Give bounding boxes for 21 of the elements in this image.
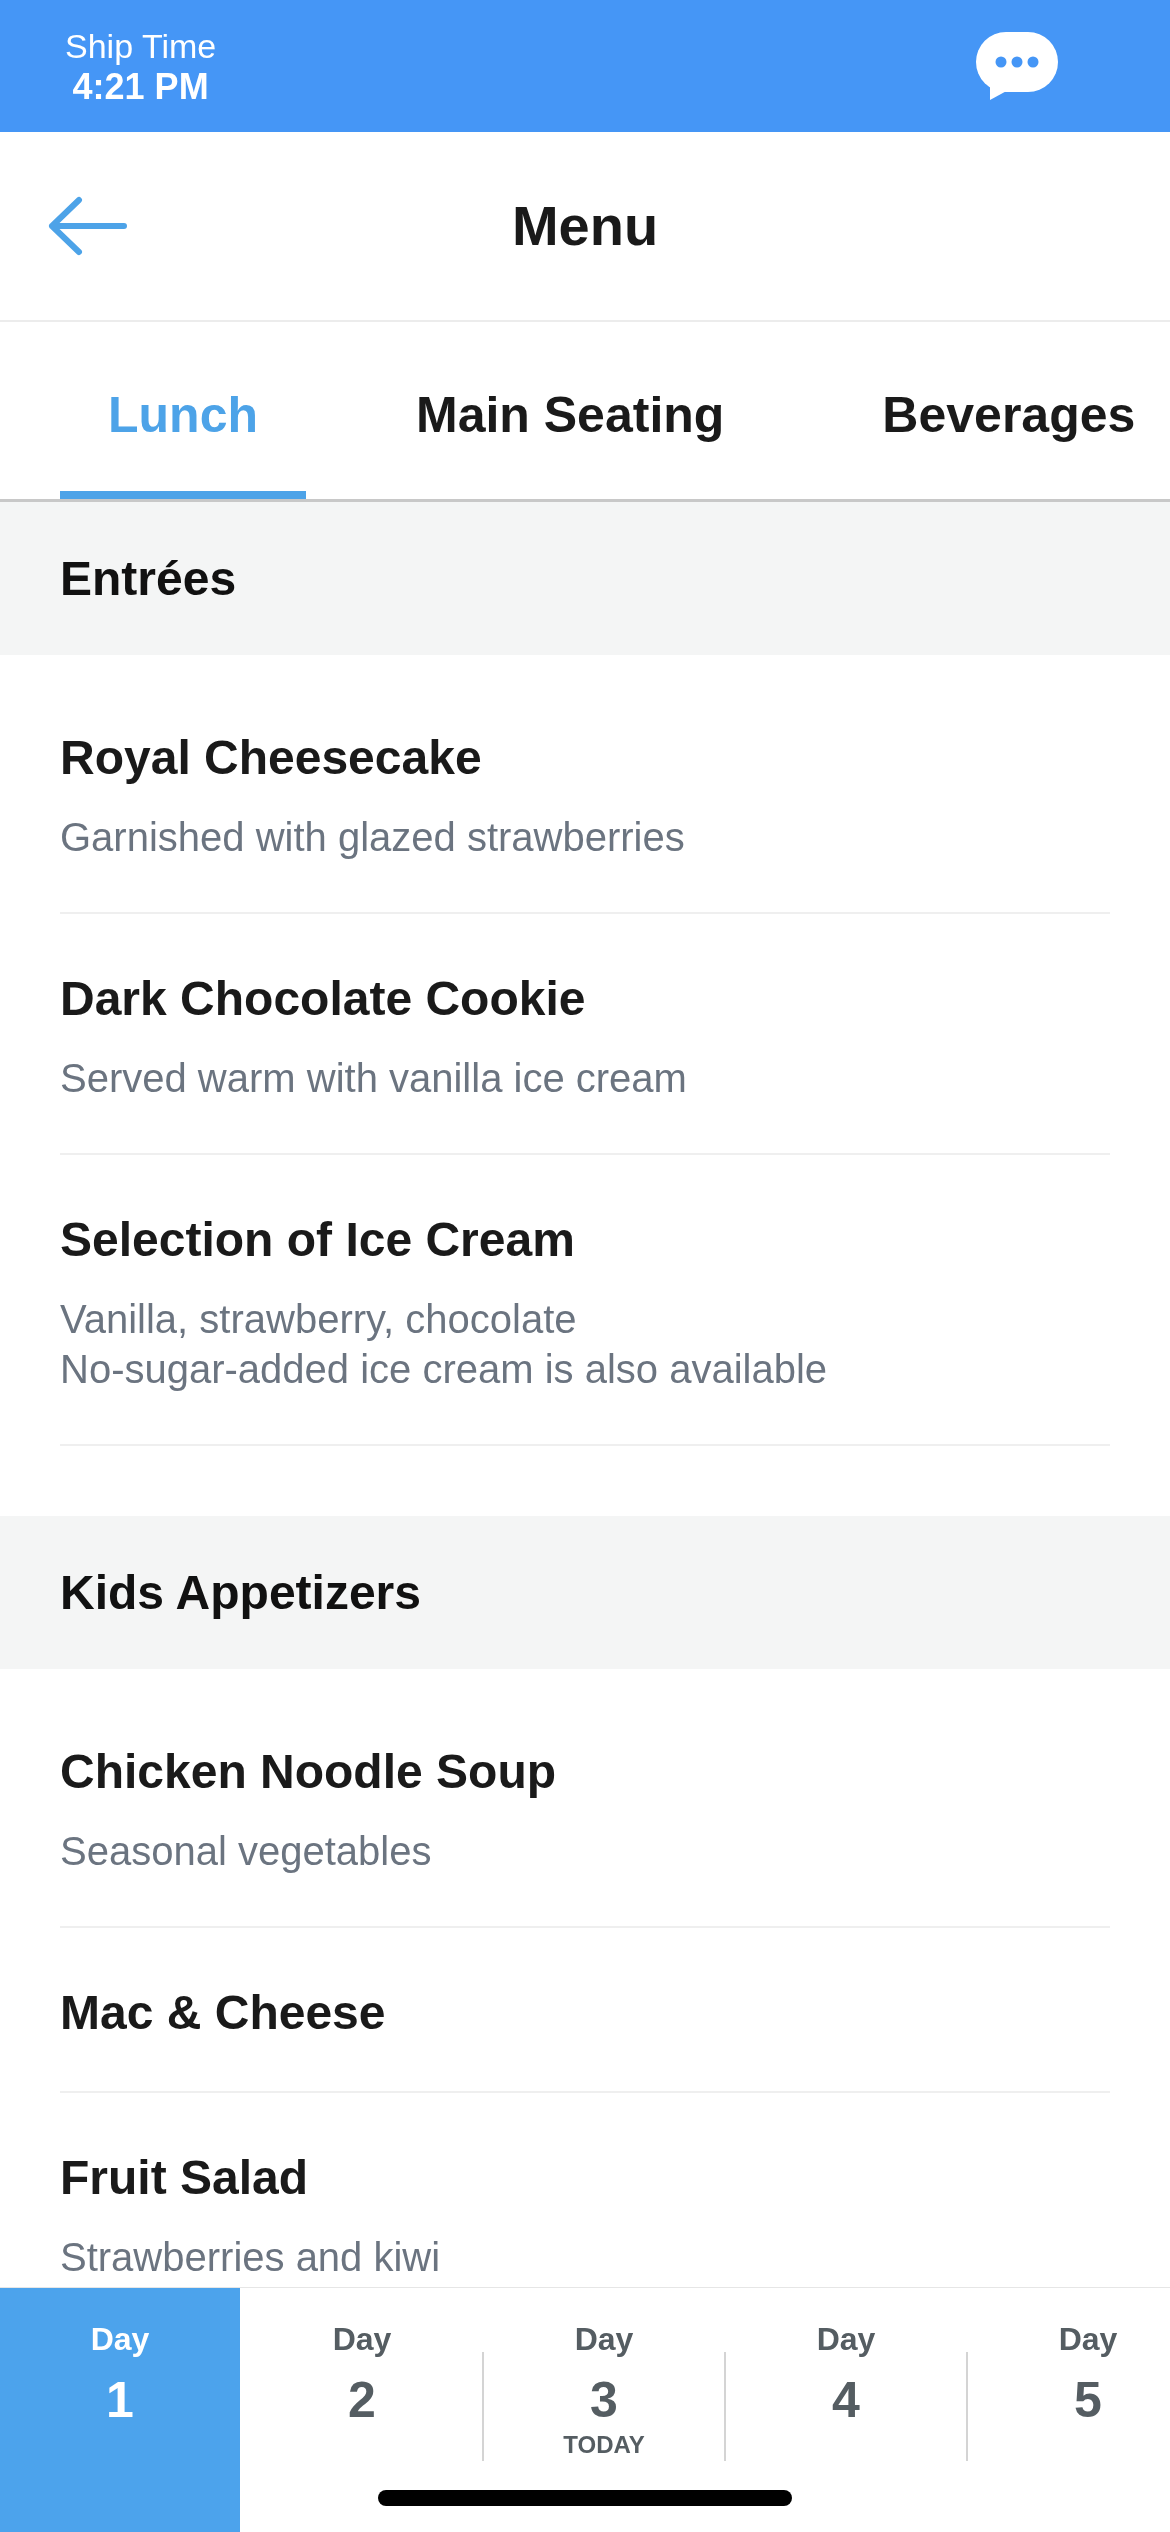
ship-time: 4:21 PM xyxy=(72,66,209,108)
ship-time-label: Ship Time xyxy=(65,27,217,66)
section-title: Entrées xyxy=(60,550,237,607)
item-name: Chicken Noodle Soup xyxy=(60,1744,558,1800)
chat-icon[interactable] xyxy=(976,32,1058,100)
item-description: Vanilla, strawberry, chocolate xyxy=(60,1296,578,1343)
item-name: Dark Chocolate Cookie xyxy=(60,971,587,1027)
item-name: Royal Cheesecake xyxy=(60,730,483,786)
item-description: Seasonal vegetables xyxy=(60,1828,433,1875)
menu-tab[interactable]: Main Seating xyxy=(368,322,773,499)
item-description: Served warm with vanilla ice cream xyxy=(60,1055,688,1102)
item-description: No-sugar-added ice cream is also available xyxy=(60,1346,829,1393)
item-description: Garnished with glazed strawberries xyxy=(60,814,686,861)
back-icon[interactable] xyxy=(48,196,128,256)
item-name: Fruit Salad xyxy=(60,2150,310,2206)
item-name: Mac & Cheese xyxy=(60,1985,387,2041)
item-name: Selection of Ice Cream xyxy=(60,1212,576,1268)
page-title: Menu xyxy=(511,194,659,258)
menu-tab[interactable]: Beverages xyxy=(834,322,1170,499)
item-description: Strawberries and kiwi xyxy=(60,2234,442,2281)
section-title: Kids Appetizers xyxy=(60,1564,421,1621)
